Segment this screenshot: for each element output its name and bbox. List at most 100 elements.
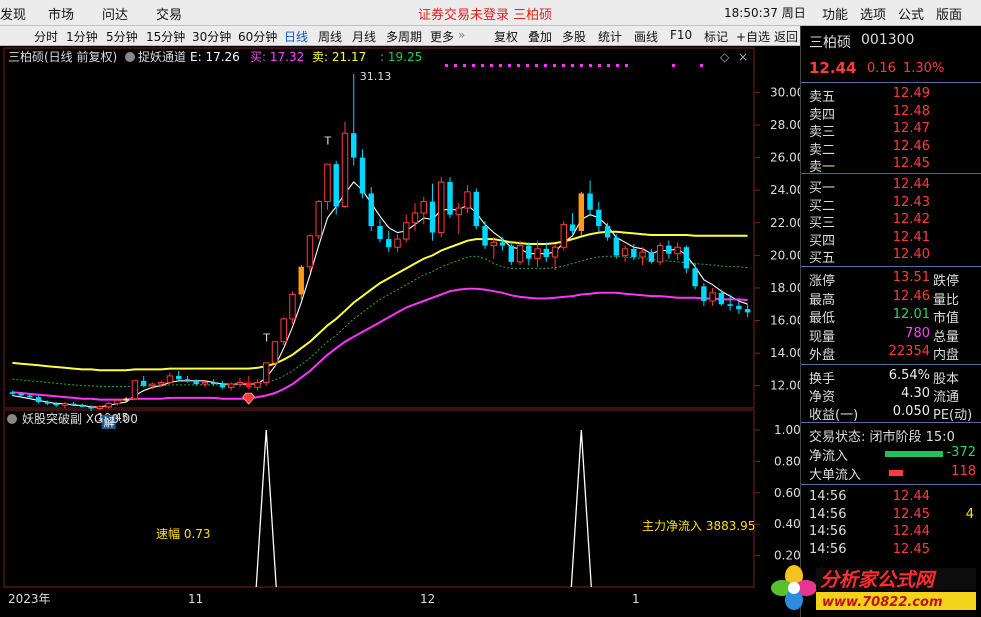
y-tick-label: 18.00 xyxy=(770,281,800,295)
ask-row[interactable]: 卖三 12.47 xyxy=(801,121,981,140)
bid-row[interactable]: 买三 12.42 xyxy=(801,212,981,231)
y-tick-label: 16.00 xyxy=(770,314,800,328)
candle-body xyxy=(219,384,226,388)
candle-body xyxy=(9,392,16,394)
candle-body xyxy=(123,398,129,401)
tool-draw-line[interactable]: 画线 xyxy=(634,28,658,45)
more-chevron-icon[interactable]: » xyxy=(458,28,465,42)
sub-y-tick-label: 0.60 xyxy=(774,486,800,500)
menu-trade[interactable]: 交易 xyxy=(156,4,182,23)
tool-overlay[interactable]: 叠加 xyxy=(528,28,552,45)
candle-body xyxy=(718,292,725,305)
candle-body xyxy=(639,251,646,258)
menu-market[interactable]: 市场 xyxy=(48,4,74,23)
tool-mark[interactable]: 标记 xyxy=(704,28,728,45)
tool-multi-stock[interactable]: 多股 xyxy=(562,28,586,45)
candle-body xyxy=(18,393,24,396)
ask-price: 12.46 xyxy=(892,138,930,154)
candle-body xyxy=(53,403,59,406)
period-timeshare[interactable]: 分时 xyxy=(34,28,58,45)
signal-dot xyxy=(499,64,502,67)
trade-state: 交易状态: 闭市阶段 15:0 xyxy=(809,430,955,445)
candle-body xyxy=(709,292,716,302)
period-15min[interactable]: 15分钟 xyxy=(146,28,185,45)
indicator-sell-value: 卖: 21.17 xyxy=(312,50,366,64)
candle-body xyxy=(464,191,471,209)
candle-body xyxy=(569,224,576,231)
ask-label: 卖三 xyxy=(809,125,836,140)
bid-price: 12.42 xyxy=(892,212,930,227)
period-monthly[interactable]: 月线 xyxy=(352,28,376,45)
ask-row[interactable]: 卖二 12.46 xyxy=(801,138,981,158)
bid-price: 12.43 xyxy=(892,194,930,210)
candle-body xyxy=(701,286,707,301)
divider xyxy=(801,266,981,267)
tick-time: 14:56 xyxy=(809,506,847,522)
login-notice[interactable]: 证券交易未登录 三柏硕 xyxy=(418,4,552,23)
tool-restore-right[interactable]: 复权 xyxy=(494,28,518,45)
period-60min[interactable]: 60分钟 xyxy=(238,28,277,45)
close-indicator-icon[interactable]: × xyxy=(738,50,748,64)
candle-body xyxy=(333,164,339,207)
kline-chart-area[interactable]: 三柏硕(日线 前复权) 捉妖通道 E: 17.26 买: 17.32 卖: 21… xyxy=(0,46,804,617)
ask-row[interactable]: 卖一 12.45 xyxy=(801,156,981,175)
tick-price: 12.45 xyxy=(892,541,930,557)
sub-y-axis: 1.000.800.600.400.20 xyxy=(754,423,801,563)
menu-discover[interactable]: 发现 xyxy=(0,4,26,23)
tick-time: 14:56 xyxy=(809,489,847,504)
bid-price: 12.44 xyxy=(892,177,930,192)
inflow-label: 主力净流入 3883.95 xyxy=(642,519,755,533)
bid-row[interactable]: 买五 12.40 xyxy=(801,247,981,266)
menu-function[interactable]: 功能 xyxy=(822,4,848,23)
flower-logo-icon xyxy=(771,565,817,610)
candle-body xyxy=(131,380,139,400)
indicator-name: 捉妖通道 xyxy=(138,49,186,64)
candle-body xyxy=(210,382,217,385)
candle-body xyxy=(184,379,191,381)
indicator-toggle-icon[interactable] xyxy=(125,52,135,62)
period-daily[interactable]: 日线 xyxy=(284,28,308,45)
candle-body xyxy=(359,157,366,194)
candle-body xyxy=(744,309,751,313)
ask-price: 12.48 xyxy=(892,103,930,119)
tool-add-watchlist[interactable]: +自选 xyxy=(736,28,770,45)
high-price-marker: 31.13 xyxy=(360,70,392,83)
stat-value: 13.51 xyxy=(892,270,930,285)
menu-options[interactable]: 选项 xyxy=(860,4,886,23)
candle-body xyxy=(377,226,383,240)
main-grid xyxy=(754,91,760,387)
period-more[interactable]: 更多 xyxy=(430,28,454,45)
period-1min[interactable]: 1分钟 xyxy=(66,28,98,45)
stat-label: 最高 xyxy=(809,292,836,308)
bid-row[interactable]: 买二 12.43 xyxy=(801,194,981,214)
menu-layout[interactable]: 版面 xyxy=(936,4,962,23)
sub-indicator-toggle-icon[interactable] xyxy=(7,414,17,424)
ask-row[interactable]: 卖五 12.49 xyxy=(801,86,981,105)
candle-body xyxy=(551,246,559,258)
tool-f10[interactable]: F10 xyxy=(670,28,692,42)
tick-volume: 4 xyxy=(965,506,974,522)
bid-row[interactable]: 买四 12.41 xyxy=(801,230,981,249)
menu-formula[interactable]: 公式 xyxy=(898,4,924,23)
main-y-axis: 30.00 28.00 26.00 24.00 22.00 20.00 18.00 16.00… xyxy=(770,85,804,392)
candle-body xyxy=(516,245,524,263)
kline-chart-svg[interactable]: 三柏硕(日线 前复权) 捉妖通道 E: 17.26 买: 17.32 卖: 21… xyxy=(0,46,804,617)
candle-body xyxy=(666,245,672,254)
tool-statistics[interactable]: 统计 xyxy=(598,28,622,45)
candle-body xyxy=(70,403,77,406)
diamond-icon[interactable]: ◇ xyxy=(720,50,730,64)
tool-back[interactable]: 返回 xyxy=(774,28,798,45)
stat-value: 22354 xyxy=(888,344,930,359)
period-multi[interactable]: 多周期 xyxy=(386,28,422,45)
bid-row[interactable]: 买一 12.44 xyxy=(801,177,981,196)
period-30min[interactable]: 30分钟 xyxy=(192,28,231,45)
candle-body xyxy=(193,380,199,385)
period-5min[interactable]: 5分钟 xyxy=(106,28,138,45)
menu-wenda[interactable]: 问达 xyxy=(102,4,128,23)
candle-body xyxy=(473,191,479,227)
candle-body xyxy=(280,318,287,343)
ask-row[interactable]: 卖四 12.48 xyxy=(801,103,981,123)
signal-spike xyxy=(570,429,592,588)
signal-dot xyxy=(616,64,619,67)
period-weekly[interactable]: 周线 xyxy=(318,28,342,45)
